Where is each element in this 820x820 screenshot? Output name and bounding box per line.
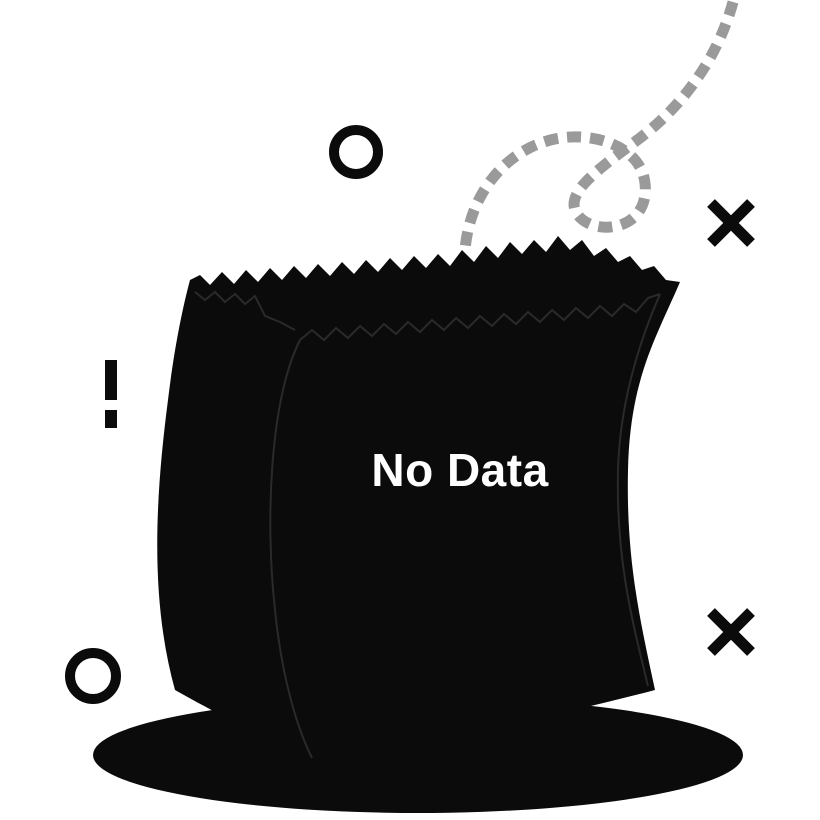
x-mark-icon: [707, 199, 755, 247]
dotted-trail: [459, 0, 739, 251]
empty-state: No Data: [0, 0, 820, 820]
x-mark-icon: [707, 608, 755, 656]
circle-icon: [329, 125, 383, 179]
exclamation-icon: [105, 360, 117, 428]
circle-icon: [65, 648, 121, 704]
no-data-message: No Data: [371, 444, 549, 496]
empty-bag-illustration: [65, 0, 755, 813]
